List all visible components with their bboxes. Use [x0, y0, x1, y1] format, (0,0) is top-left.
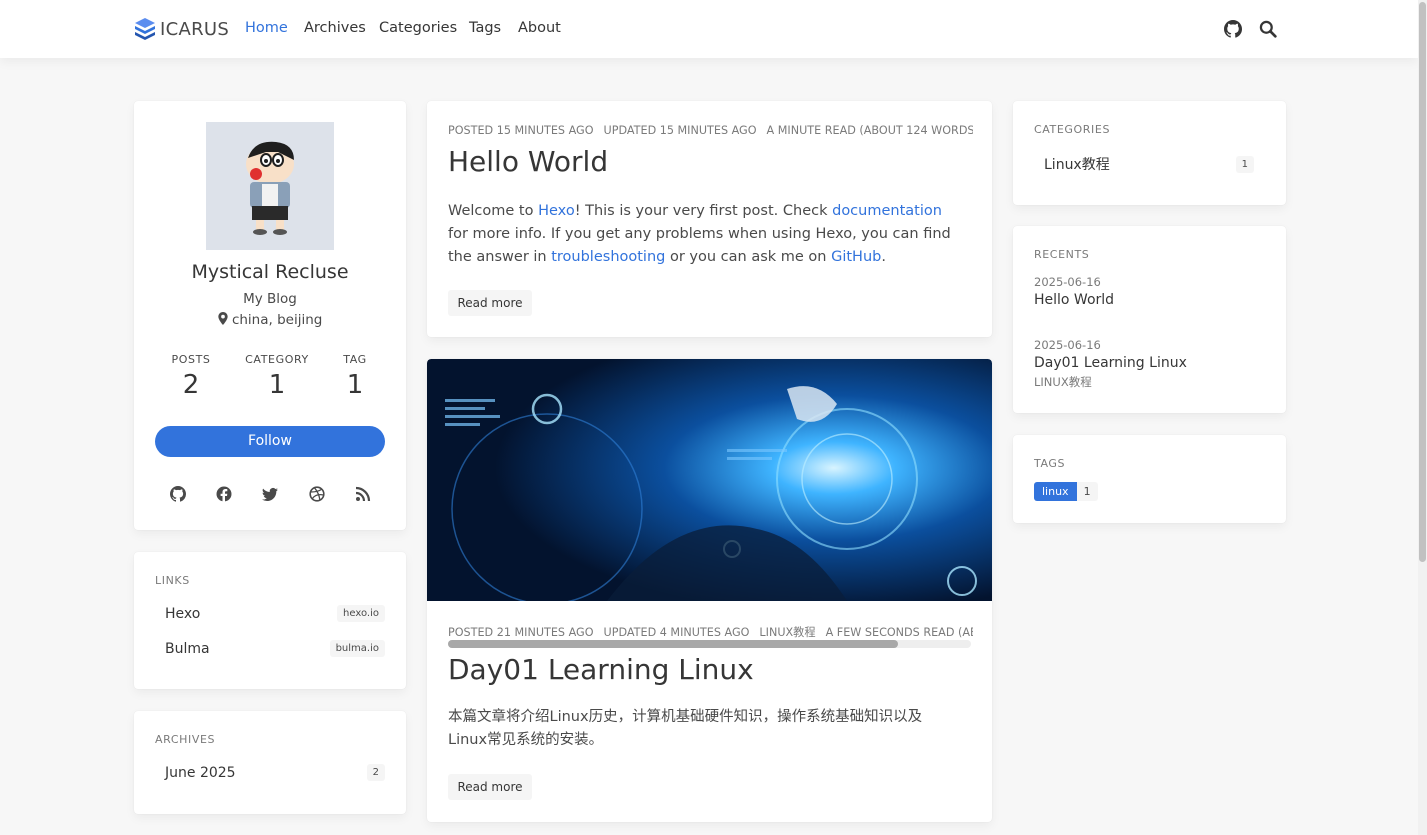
github-icon[interactable]	[1224, 20, 1242, 38]
post-read-time: a minute read (About 124 words)	[766, 124, 973, 137]
link-name: Bulma	[165, 640, 210, 657]
nav-archives[interactable]: Archives	[304, 20, 366, 36]
archives-title: ARCHIVES	[155, 733, 216, 746]
recent-category[interactable]: LINUX教程	[1034, 374, 1187, 390]
recent-title[interactable]: Day01 Learning Linux	[1034, 355, 1187, 371]
category-name: Linux教程	[1044, 157, 1110, 173]
twitter-icon[interactable]	[262, 486, 278, 502]
stat-label: TAG	[343, 353, 367, 366]
profile-location: china, beijing	[134, 312, 406, 328]
stat-label: CATEGORY	[245, 353, 309, 366]
categories-card: CATEGORIES Linux教程 1	[1013, 101, 1286, 205]
link-domain: hexo.io	[337, 605, 385, 622]
archive-name: June 2025	[165, 764, 236, 781]
meta-scrollbar-thumb[interactable]	[448, 640, 898, 648]
profile-card: Mystical Recluse My Blog china, beijing …	[134, 101, 406, 530]
categories-title: CATEGORIES	[1034, 123, 1111, 136]
documentation-link[interactable]: documentation	[832, 203, 942, 219]
stat-value: 1	[346, 370, 364, 400]
tag-name: linux	[1034, 482, 1077, 501]
hexo-link[interactable]: Hexo	[538, 203, 575, 219]
map-marker-icon	[217, 312, 228, 325]
scrollbar-thumb[interactable]	[1419, 2, 1426, 562]
nav-home[interactable]: Home	[245, 20, 288, 36]
read-more-button[interactable]: Read more	[448, 290, 532, 316]
recent-date: 2025-06-16	[1034, 275, 1101, 289]
stat-value: 2	[182, 370, 200, 400]
recent-title[interactable]: Hello World	[1034, 292, 1114, 308]
post-updated: Updated 4 minutes ago	[603, 626, 750, 639]
avatar-illustration	[246, 141, 294, 235]
search-icon[interactable]	[1259, 20, 1277, 38]
post-meta: Posted 15 minutes ago Updated 15 minutes …	[448, 124, 973, 137]
post-card: Posted 21 minutes ago Updated 4 minutes a…	[427, 359, 992, 822]
excerpt-text: .	[881, 249, 886, 265]
link-item-hexo[interactable]: Hexo hexo.io	[155, 605, 385, 622]
post-card: Posted 15 minutes ago Updated 15 minutes …	[427, 101, 992, 337]
page-scrollbar[interactable]	[1418, 0, 1427, 835]
excerpt-text: ! This is your very first post. Check	[574, 203, 833, 219]
category-count: 1	[1235, 155, 1254, 173]
avatar	[206, 122, 334, 250]
excerpt-text: or you can ask me on	[665, 249, 832, 265]
stat-tag[interactable]: TAG 1	[310, 353, 400, 400]
link-name: Hexo	[165, 605, 201, 622]
post-posted: Posted 21 minutes ago	[448, 626, 594, 639]
site-logo[interactable]: ICARUS	[134, 17, 229, 41]
post-updated: Updated 15 minutes ago	[603, 124, 757, 137]
nav-about[interactable]: About	[518, 20, 561, 36]
profile-name: Mystical Recluse	[191, 261, 349, 283]
tag-item[interactable]: linux 1	[1034, 482, 1098, 501]
archive-item[interactable]: June 2025 2	[155, 764, 385, 781]
category-item[interactable]: Linux教程 1	[1034, 154, 1254, 174]
post-thumbnail[interactable]	[427, 359, 992, 601]
post-posted: Posted 15 minutes ago	[448, 124, 594, 137]
recent-item[interactable]: 2025-06-16 Hello World	[1034, 275, 1114, 308]
github-icon[interactable]	[170, 486, 186, 502]
navbar: ICARUS Home Archives Categories Tags Abo…	[0, 0, 1418, 58]
recent-date: 2025-06-16	[1034, 338, 1101, 352]
facebook-icon[interactable]	[216, 486, 232, 502]
rss-icon[interactable]	[355, 486, 371, 502]
post-excerpt: 本篇文章将介绍Linux历史，计算机基础硬件知识，操作系统基础知识以及Linux…	[448, 709, 923, 748]
post-excerpt: Welcome to Hexo! This is your very first…	[448, 200, 958, 269]
meta-scrollbar[interactable]	[448, 640, 971, 648]
link-domain: bulma.io	[329, 640, 385, 657]
logo-icon	[135, 18, 155, 40]
troubleshooting-link[interactable]: troubleshooting	[551, 249, 665, 265]
links-card: LINKS Hexo hexo.io Bulma bulma.io	[134, 552, 406, 689]
stat-posts[interactable]: POSTS 2	[146, 353, 236, 400]
stat-value: 1	[268, 370, 286, 400]
brand-name: ICARUS	[160, 18, 230, 40]
nav-tags[interactable]: Tags	[469, 20, 501, 36]
recents-title: RECENTS	[1034, 248, 1090, 261]
link-item-bulma[interactable]: Bulma bulma.io	[155, 640, 385, 657]
tags-title: TAGS	[1034, 457, 1066, 470]
recent-item[interactable]: 2025-06-16 Day01 Learning Linux LINUX教程	[1034, 338, 1187, 390]
dribbble-icon[interactable]	[309, 486, 325, 502]
stat-category[interactable]: CATEGORY 1	[232, 353, 322, 400]
archives-card: ARCHIVES June 2025 2	[134, 711, 406, 814]
post-meta: Posted 21 minutes ago Updated 4 minutes a…	[448, 624, 973, 640]
tag-count: 1	[1076, 482, 1098, 501]
links-title: LINKS	[155, 574, 190, 587]
github-link[interactable]: GitHub	[831, 249, 881, 265]
excerpt-text: Welcome to	[448, 203, 539, 219]
archive-count: 2	[366, 764, 385, 781]
read-more-button[interactable]: Read more	[448, 774, 532, 800]
follow-button[interactable]: Follow	[155, 426, 385, 457]
post-category-link[interactable]: Linux教程	[759, 626, 815, 639]
tags-card: TAGS linux 1	[1013, 435, 1286, 523]
profile-subtitle: My Blog	[243, 291, 297, 307]
post-title[interactable]: Day01 Learning Linux	[448, 653, 754, 686]
post-read-time: a few seconds read (About	[825, 626, 973, 639]
location-text: china, beijing	[231, 312, 323, 328]
nav-categories[interactable]: Categories	[379, 20, 457, 36]
post-title[interactable]: Hello World	[448, 145, 608, 178]
stat-label: POSTS	[171, 353, 211, 366]
recents-card: RECENTS 2025-06-16 Hello World 2025-06-1…	[1013, 226, 1286, 413]
